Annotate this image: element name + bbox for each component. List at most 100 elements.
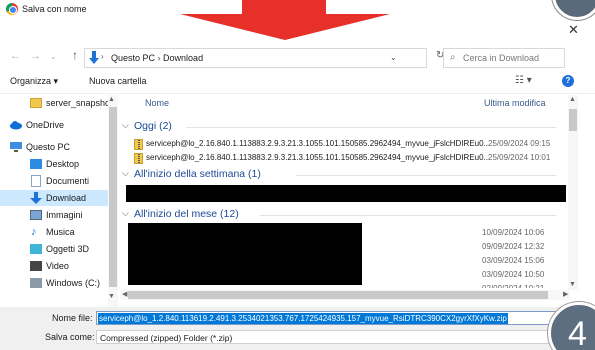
download-icon	[30, 192, 42, 204]
sidebar-item-download[interactable]: Download	[0, 190, 115, 206]
sidebar-item-label: Oggetti 3D	[46, 244, 90, 254]
file-modified: 09/09/2024 12:32	[482, 242, 545, 251]
list-scroll-thumb[interactable]	[569, 109, 577, 131]
help-icon[interactable]: ?	[562, 75, 574, 87]
file-name: serviceph@lo_2.16.840.1.113883.2.9.3.21.…	[146, 153, 491, 162]
list-item[interactable]: serviceph@lo_2.16.840.1.113883.2.9.3.21.…	[128, 152, 568, 165]
column-header-name[interactable]: Nome	[145, 98, 169, 108]
video-icon	[30, 261, 42, 271]
group-label: All'inizio del mese (12)	[134, 208, 239, 220]
organize-button[interactable]: Organizza ▾	[10, 76, 58, 87]
breadcrumb[interactable]: Questo PC › Download	[111, 53, 203, 63]
red-arrow-annotation	[180, 0, 390, 40]
scroll-down-icon[interactable]: ▼	[569, 281, 576, 288]
desktop-icon	[30, 159, 42, 169]
file-modified: 03/09/2024 10:50	[482, 270, 545, 279]
scroll-left-icon[interactable]: ◀	[122, 290, 127, 298]
breadcrumb-separator: ›	[101, 52, 104, 61]
sidebar-item-musica[interactable]: ♪ Musica	[0, 224, 115, 240]
sidebar-item-label: Immagini	[46, 210, 83, 220]
save-form: Nome file: serviceph@lo_1.2.840.113619.2…	[0, 307, 595, 350]
sidebar-scrollbar[interactable]	[108, 95, 118, 307]
chevron-down-icon: ⌵	[122, 168, 129, 178]
search-icon: ⌕	[450, 52, 456, 63]
horizontal-scroll-thumb[interactable]	[128, 291, 548, 299]
sidebar-item-documenti[interactable]: Documenti	[0, 173, 115, 189]
group-label: Oggi (2)	[134, 120, 172, 132]
breadcrumb-item-questo-pc[interactable]: Questo PC	[111, 53, 155, 63]
chevron-down-icon[interactable]: ⌄	[50, 52, 57, 61]
group-header-this-week[interactable]: ⌵ All'inizio della settimana (1)	[120, 168, 560, 182]
redacted-region	[128, 223, 362, 285]
folder-icon	[30, 98, 42, 108]
view-options-icon[interactable]: ☷ ▾	[515, 75, 532, 86]
scroll-right-icon[interactable]: ▶	[563, 290, 568, 298]
computer-icon	[10, 142, 22, 152]
sidebar-item-label: OneDrive	[26, 120, 65, 130]
sidebar-item-label: Musica	[46, 227, 75, 237]
sidebar-item-oggetti-3d[interactable]: Oggetti 3D	[0, 241, 115, 257]
group-header-this-month[interactable]: ⌵ All'inizio del mese (12)	[120, 208, 560, 222]
list-item[interactable]: serviceph@lo_2.16.840.1.113883.2.9.3.21.…	[128, 138, 568, 151]
sidebar-item-label: Video	[46, 261, 69, 271]
sidebar-item-desktop[interactable]: Desktop	[0, 156, 115, 172]
address-bar[interactable]: › Questo PC › Download ⌄	[84, 48, 427, 68]
cube-icon	[30, 244, 42, 254]
sidebar-item-immagini[interactable]: Immagini	[0, 207, 115, 223]
sidebar-item-questo-pc[interactable]: Questo PC	[0, 139, 115, 155]
sidebar-item-label: server_snapshot	[46, 98, 113, 108]
file-modified: 03/09/2024 15:06	[482, 256, 545, 265]
sidebar-item-label: Desktop	[46, 159, 80, 169]
divider	[186, 127, 556, 128]
new-folder-button[interactable]: Nuova cartella	[89, 76, 147, 86]
sidebar-item-label: Questo PC	[26, 142, 71, 152]
sidebar-item-video[interactable]: Video	[0, 258, 115, 274]
zip-folder-icon	[134, 139, 143, 150]
redacted-region	[126, 185, 566, 202]
file-modified: 10/09/2024 10:06	[482, 228, 545, 237]
save-type-label: Salva come:	[45, 332, 95, 342]
filename-value: serviceph@lo_1.2.840.113619.2.491.3.2534…	[98, 313, 508, 324]
file-modified: 25/09/2024 10:01	[488, 153, 551, 162]
close-icon[interactable]: ✕	[568, 22, 579, 38]
chevron-down-icon: ⌵	[122, 120, 129, 130]
chrome-icon	[6, 3, 18, 15]
sidebar-item-windows-c[interactable]: Windows (C:)	[0, 275, 115, 291]
file-modified: 25/09/2024 09:15	[488, 139, 551, 148]
cloud-icon	[10, 121, 22, 130]
navigation-pane: server_snapshot OneDrive Questo PC Deskt…	[0, 95, 120, 307]
search-placeholder: Cerca in Download	[463, 53, 540, 63]
divider	[296, 175, 556, 176]
file-name: serviceph@lo_2.16.840.1.113883.2.9.3.21.…	[146, 139, 491, 148]
breadcrumb-item-download[interactable]: Download	[163, 53, 203, 63]
save-type-select[interactable]: Compressed (zipped) Folder (*.zip)	[96, 330, 576, 344]
scroll-down-icon[interactable]: ▼	[108, 293, 115, 300]
forward-arrow-icon[interactable]: →	[30, 50, 41, 62]
scroll-up-icon[interactable]: ▲	[569, 96, 576, 103]
divider	[260, 215, 556, 216]
document-icon	[31, 175, 41, 187]
chevron-down-icon: ⌵	[122, 208, 129, 218]
save-type-value: Compressed (zipped) Folder (*.zip)	[100, 333, 233, 343]
scroll-up-icon[interactable]: ▲	[108, 96, 115, 103]
image-icon	[30, 210, 42, 220]
sidebar-item-label: Windows (C:)	[46, 278, 101, 288]
sidebar-scroll-thumb[interactable]	[109, 107, 117, 287]
column-header-modified[interactable]: Ultima modifica	[484, 98, 546, 108]
group-header-today[interactable]: ⌵ Oggi (2)	[120, 120, 560, 134]
drive-icon	[30, 278, 42, 288]
back-arrow-icon[interactable]: ←	[10, 50, 21, 62]
music-icon: ♪	[31, 226, 37, 238]
list-scrollbar[interactable]	[568, 95, 578, 290]
up-arrow-icon[interactable]: ↑	[72, 48, 78, 62]
filename-input[interactable]: serviceph@lo_1.2.840.113619.2.491.3.2534…	[96, 311, 576, 325]
navigation-bar: ← → ⌄ ↑ › Questo PC › Download ⌄ ↻ ⌕ Cer…	[0, 46, 595, 68]
sidebar-item-onedrive[interactable]: OneDrive	[0, 117, 115, 133]
search-box[interactable]: ⌕ Cerca in Download	[443, 48, 565, 68]
group-label: All'inizio della settimana (1)	[134, 168, 261, 180]
sidebar-item-server-snapshot[interactable]: server_snapshot	[0, 95, 115, 111]
chevron-down-icon[interactable]: ⌄	[390, 53, 397, 62]
zip-folder-icon	[134, 153, 143, 164]
horizontal-scrollbar[interactable]	[120, 290, 570, 300]
file-list: Nome Ultima modifica ⌵ Oggi (2) servicep…	[120, 95, 595, 307]
